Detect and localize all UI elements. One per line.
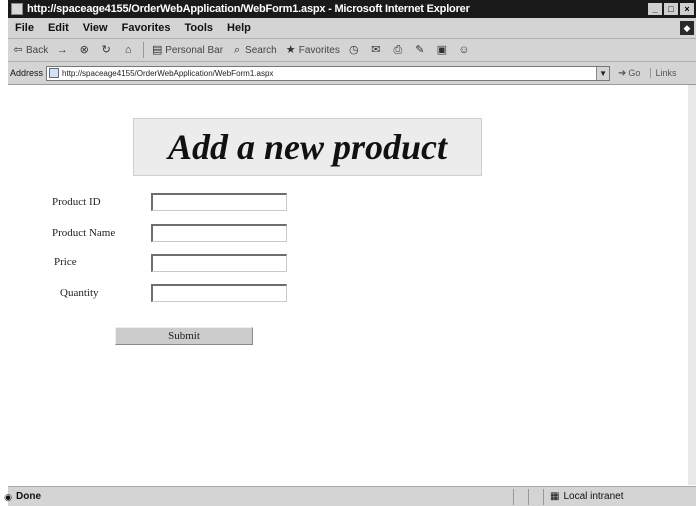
address-label: Address <box>10 68 44 78</box>
price-input[interactable] <box>151 254 287 272</box>
status-bar: ◉ Done ▦ Local intranet <box>4 486 696 506</box>
ie-page-icon <box>11 3 23 15</box>
forward-arrow-icon: → <box>56 44 68 56</box>
back-button[interactable]: ⇦ Back <box>8 44 52 56</box>
price-label: Price <box>54 256 77 268</box>
mail-button[interactable]: ✉ <box>366 44 388 56</box>
menu-file[interactable]: File <box>8 22 41 34</box>
status-text: Done <box>16 491 41 502</box>
quantity-label: Quantity <box>60 287 99 299</box>
windows-logo-icon: ◆ <box>680 21 694 35</box>
address-bar: Address http://spaceage4155/OrderWebAppl… <box>8 62 696 85</box>
messenger-icon: ☺ <box>458 44 470 56</box>
menu-view[interactable]: View <box>76 22 115 34</box>
submit-button[interactable]: Submit <box>115 327 253 345</box>
go-button[interactable]: ➜ Go <box>618 68 640 79</box>
mail-icon: ✉ <box>371 44 381 56</box>
product-name-input[interactable] <box>151 224 287 242</box>
heading-box: Add a new product <box>133 118 482 176</box>
home-button[interactable]: ⌂ <box>118 44 140 56</box>
favorites-label: Favorites <box>298 44 340 56</box>
links-button[interactable]: Links <box>650 68 676 78</box>
security-zone: ▦ Local intranet <box>543 488 696 505</box>
stop-icon: ⊗ <box>79 44 89 56</box>
menu-tools[interactable]: Tools <box>178 22 221 34</box>
go-label: Go <box>628 68 641 78</box>
back-arrow-icon: ⇦ <box>13 44 23 56</box>
address-input[interactable]: http://spaceage4155/OrderWebApplication/… <box>46 65 611 81</box>
messenger-button[interactable]: ☺ <box>454 44 476 56</box>
product-id-label: Product ID <box>52 196 101 208</box>
discuss-icon: ▣ <box>436 44 448 56</box>
menu-edit[interactable]: Edit <box>41 22 76 34</box>
status-pane <box>528 488 539 505</box>
page-done-icon: ◉ <box>4 491 12 502</box>
stop-button[interactable]: ⊗ <box>74 44 96 56</box>
address-url[interactable]: http://spaceage4155/OrderWebApplication/… <box>62 69 596 78</box>
back-label: Back <box>26 44 49 56</box>
print-icon: ⎙ <box>393 44 403 56</box>
menu-bar: File Edit View Favorites Tools Help ◆ <box>8 18 696 39</box>
personal-bar-label: Personal Bar <box>165 44 224 56</box>
zone-label: Local intranet <box>563 491 624 502</box>
search-button[interactable]: ⌕ Search <box>227 44 281 56</box>
page-title: Add a new product <box>167 127 448 167</box>
toolbar: ⇦ Back → ⊗ ↻ ⌂ ▤ Personal Bar ⌕ Search ★… <box>8 39 696 62</box>
product-id-input[interactable] <box>151 193 287 211</box>
quantity-input[interactable] <box>151 284 287 302</box>
history-icon: ◷ <box>349 44 359 56</box>
edit-icon: ✎ <box>415 44 425 56</box>
vertical-scrollbar[interactable] <box>688 85 696 485</box>
intranet-icon: ▦ <box>550 491 560 502</box>
status-pane <box>513 488 524 505</box>
page-content: Add a new product Product ID Product Nam… <box>8 85 688 485</box>
forward-button[interactable]: → <box>52 44 74 56</box>
go-arrow-icon: ➜ <box>618 67 627 79</box>
window-title: http://spaceage4155/OrderWebApplication/… <box>27 3 470 15</box>
search-icon: ⌕ <box>233 44 241 56</box>
home-icon: ⌂ <box>124 44 132 56</box>
menu-favorites[interactable]: Favorites <box>115 22 178 34</box>
search-label: Search <box>245 44 277 56</box>
toolbar-separator <box>143 42 145 58</box>
refresh-button[interactable]: ↻ <box>96 44 118 56</box>
refresh-icon: ↻ <box>101 44 111 56</box>
personal-bar-button[interactable]: ▤ Personal Bar <box>147 44 227 56</box>
browser-window: http://spaceage4155/OrderWebApplication/… <box>0 0 696 506</box>
edit-button[interactable]: ✎ <box>410 44 432 56</box>
page-icon <box>49 68 60 78</box>
close-button[interactable]: × <box>680 3 694 15</box>
history-button[interactable]: ◷ <box>344 44 366 56</box>
maximize-button[interactable]: □ <box>664 3 678 15</box>
favorites-icon: ★ <box>285 44 296 56</box>
discuss-button[interactable]: ▣ <box>432 44 454 56</box>
title-bar[interactable]: http://spaceage4155/OrderWebApplication/… <box>8 0 696 18</box>
minimize-button[interactable]: _ <box>648 3 662 15</box>
menu-help[interactable]: Help <box>220 22 258 34</box>
favorites-button[interactable]: ★ Favorites <box>281 44 344 56</box>
chevron-down-icon[interactable]: ▼ <box>596 66 610 80</box>
personal-bar-icon: ▤ <box>152 44 163 56</box>
print-button[interactable]: ⎙ <box>388 44 410 56</box>
product-name-label: Product Name <box>52 227 116 239</box>
